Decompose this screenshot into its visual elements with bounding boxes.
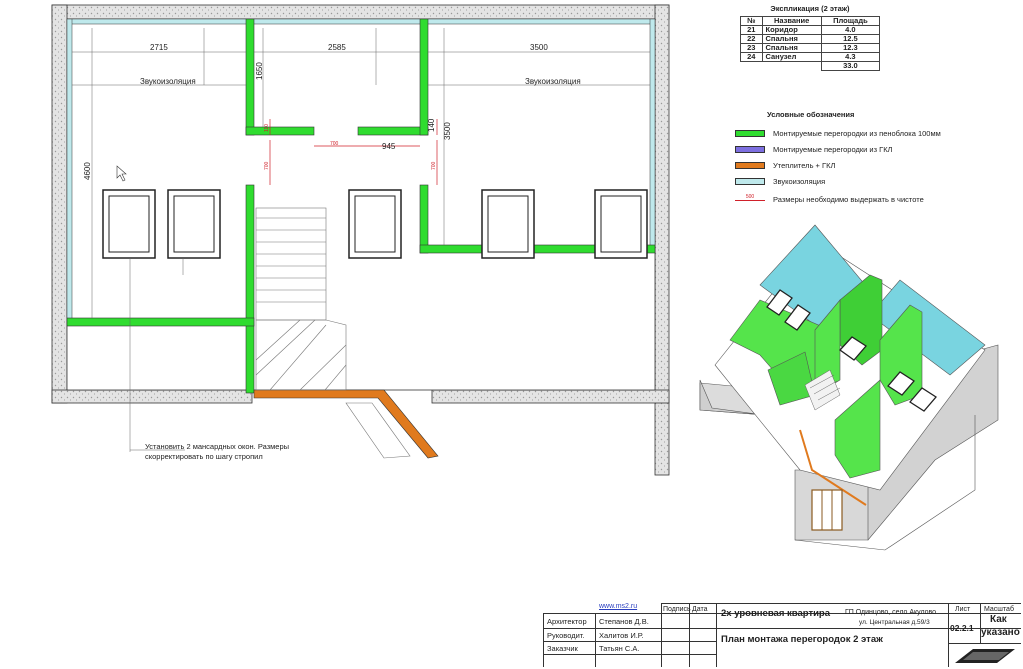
partition-vertical-left-lower bbox=[245, 324, 255, 394]
dim-2585: 2585 bbox=[328, 43, 346, 52]
legend-title: Условные обозначения bbox=[767, 110, 855, 119]
col-date-label: Дата bbox=[692, 606, 708, 613]
project-title: 2х уровневая квартира bbox=[721, 608, 831, 619]
table-total-row: 33.0 bbox=[741, 61, 881, 71]
skylight-1 bbox=[102, 189, 156, 259]
skylight-4 bbox=[481, 189, 535, 259]
legend-item: Утеплитель + ГКЛ bbox=[735, 157, 985, 173]
partition-horizontal-left bbox=[245, 126, 315, 136]
exterior-wall-right bbox=[654, 4, 670, 476]
skylight-5 bbox=[594, 189, 648, 259]
partition-vertical-right-upper bbox=[419, 18, 429, 136]
dim-700-right: 700 bbox=[431, 161, 437, 170]
dim-3500: 3500 bbox=[530, 43, 548, 52]
table-row: 22 Спальня 12.5 bbox=[740, 34, 881, 44]
note-line-2: скорректировать по шагу стропил bbox=[145, 452, 263, 461]
website-link: www.ms2.ru bbox=[599, 603, 638, 610]
legend-swatch bbox=[735, 129, 765, 137]
scale-value-2: указано bbox=[981, 627, 1020, 638]
table-row: 21 Коридор 4.0 bbox=[740, 25, 881, 35]
legend-item: Монтируемые перегородки из ГКЛ bbox=[735, 141, 985, 157]
sound-label-right: Звукоизоляция bbox=[525, 77, 581, 86]
name-client: Татьян С.А. bbox=[599, 644, 640, 653]
legend-item: Звукоизоляция bbox=[735, 173, 985, 189]
skylight-3 bbox=[348, 189, 402, 259]
company-logo bbox=[955, 649, 1015, 663]
dim-700-left: 700 bbox=[264, 161, 270, 170]
dim-1650: 1650 bbox=[255, 62, 264, 80]
sheet-number: 02.2.1 bbox=[950, 623, 974, 633]
role-architect: Архитектор bbox=[547, 617, 587, 626]
legend-swatch bbox=[735, 177, 765, 185]
title-block: www.ms2.ru Подпись Дата Архитектор Степа… bbox=[543, 603, 1021, 667]
dim-945: 945 bbox=[382, 142, 396, 151]
partition-vertical-right-mid bbox=[419, 184, 429, 254]
sound-label-left: Звукоизоляция bbox=[140, 77, 196, 86]
exterior-wall-top bbox=[51, 4, 670, 20]
scale-value-1: Как bbox=[990, 614, 1007, 625]
dim-110: 110 bbox=[264, 124, 270, 132]
address-line-2: ул. Центральная д.59/3 bbox=[859, 619, 930, 626]
total-area: 33.0 bbox=[820, 61, 881, 71]
explication-title: Экспликация (2 этаж) bbox=[770, 4, 850, 13]
partition-horizontal-bottom-left bbox=[66, 317, 255, 327]
dim-3500-vertical: 3500 bbox=[443, 122, 452, 140]
role-manager: Руководит. bbox=[547, 631, 585, 640]
legend-item: Монтируемые перегородки из пеноблока 100… bbox=[735, 125, 985, 141]
partition-vertical-left-upper bbox=[245, 18, 255, 136]
legend-dimension-sample: 500 bbox=[735, 194, 765, 201]
legend: Условные обозначения Монтируемые перегор… bbox=[735, 110, 985, 207]
partition-horizontal-right bbox=[357, 126, 429, 136]
exterior-wall-left bbox=[51, 4, 68, 404]
explication-table: Экспликация (2 этаж) № Название Площадь … bbox=[740, 2, 881, 71]
col-sign-label: Подпись bbox=[663, 606, 691, 613]
dim-700-horizontal: 700 bbox=[330, 141, 339, 147]
soundproof-top bbox=[66, 18, 656, 25]
legend-item-dimension: 500 Размеры необходимо выдержать в чисто… bbox=[735, 191, 985, 207]
soundproof-right bbox=[649, 18, 656, 250]
legend-swatch bbox=[735, 161, 765, 169]
name-architect: Степанов Д.В. bbox=[599, 617, 649, 626]
dim-140: 140 bbox=[427, 118, 436, 132]
legend-swatch bbox=[735, 145, 765, 153]
address-line-1: ГП Одинцово, село Акулово bbox=[845, 609, 937, 616]
soundproof-left bbox=[66, 18, 73, 320]
exterior-wall-bottom-right bbox=[431, 389, 670, 404]
sheet-label: Лист bbox=[955, 606, 971, 613]
exterior-wall-bottom bbox=[51, 389, 253, 404]
isometric-3d-view bbox=[699, 224, 999, 551]
floor-plan: 2715 2585 3500 945 Звукоизоляция Звукоиз… bbox=[51, 4, 999, 551]
partition-vertical-left-mid bbox=[245, 184, 255, 326]
skylight-2 bbox=[167, 189, 221, 259]
sheet-title: План монтажа перегородок 2 этаж bbox=[721, 634, 883, 645]
table-row: 24 Санузел 4.3 bbox=[740, 52, 881, 62]
name-manager: Халитов И.Р. bbox=[599, 631, 644, 640]
explication-grid: № Название Площадь 21 Коридор 4.0 22 Спа… bbox=[740, 16, 881, 71]
role-client: Заказчик bbox=[547, 644, 578, 653]
scale-label: Масштаб bbox=[984, 606, 1014, 613]
dim-4600: 4600 bbox=[83, 162, 92, 180]
table-row: 23 Спальня 12.3 bbox=[740, 43, 881, 53]
note-line-1: Установить 2 мансардных окон. Размеры bbox=[145, 442, 289, 451]
dim-2715: 2715 bbox=[150, 43, 168, 52]
